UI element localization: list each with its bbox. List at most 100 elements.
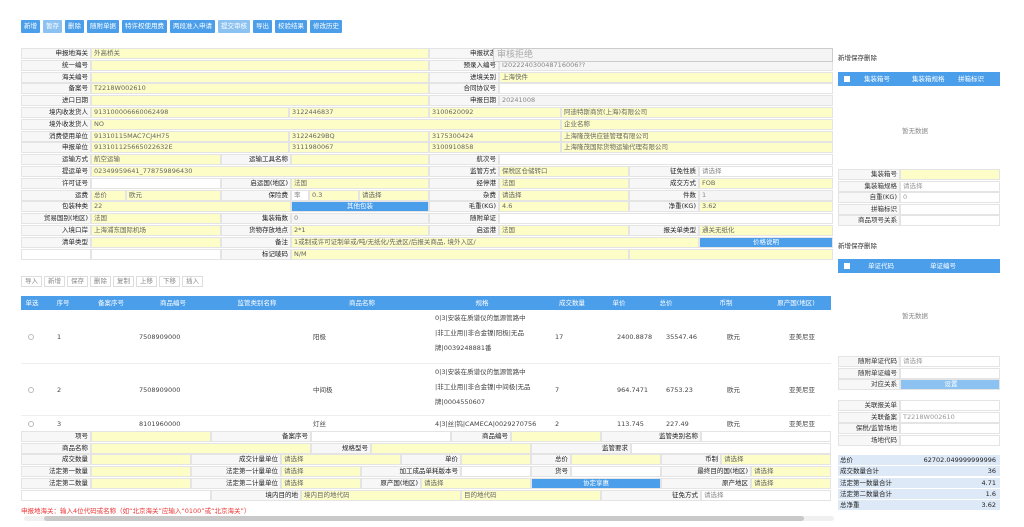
row-radio[interactable] xyxy=(28,387,34,393)
consignee-name[interactable]: 阿迪特斯商贸(上海)有限公司 xyxy=(561,107,833,118)
gross-weight[interactable]: 4.6 xyxy=(499,201,629,213)
declarant-code[interactable]: 913101125665022632E xyxy=(91,142,289,154)
misc-fee[interactable]: 请选择 xyxy=(499,189,629,201)
field-input[interactable] xyxy=(900,367,1000,379)
declaration-type[interactable]: 通关无纸化 xyxy=(699,225,833,236)
grid-toolbar-button[interactable]: 保存 xyxy=(67,276,88,287)
scrollbar-thumb[interactable] xyxy=(44,516,804,521)
grid-toolbar-button[interactable]: 导入 xyxy=(21,276,42,287)
tax-nature[interactable]: 请选择 xyxy=(699,166,833,177)
package-type[interactable]: 22 xyxy=(91,201,291,213)
item-code[interactable] xyxy=(571,466,661,478)
side-button[interactable]: 删除 xyxy=(864,54,877,62)
insurance-type[interactable]: 率 xyxy=(291,189,309,201)
side-button[interactable]: 新增 xyxy=(838,54,851,62)
currency[interactable]: 请选择 xyxy=(721,454,831,466)
mark-input[interactable]: N/M xyxy=(291,248,629,260)
table-row[interactable]: 1 7508909000 阳极 0|3|安装在质谱仪的氩源管路中 |非工业用||非合金镍… xyxy=(21,310,831,364)
side-button[interactable]: 保存 xyxy=(851,242,864,250)
field-input[interactable]: 请选择 xyxy=(900,356,1000,367)
transport-name[interactable] xyxy=(291,154,429,166)
side-button[interactable]: 删除 xyxy=(864,242,877,250)
license-input[interactable] xyxy=(91,177,221,189)
grid-toolbar-button[interactable]: 上移 xyxy=(136,276,157,287)
agreement-button[interactable]: 协定享惠 xyxy=(531,477,661,489)
voyage-input[interactable] xyxy=(499,154,833,166)
insurance-value[interactable]: 0.3 xyxy=(309,189,359,201)
customs-no-input[interactable] xyxy=(91,71,429,83)
goods-name[interactable] xyxy=(91,442,311,454)
transit-port[interactable]: 法国 xyxy=(499,177,629,189)
horizontal-scrollbar[interactable] xyxy=(24,516,834,521)
legal-unit2[interactable]: 请选择 xyxy=(281,477,361,489)
legal-qty2[interactable] xyxy=(91,477,191,489)
declarant-customs[interactable]: 3111980067 xyxy=(289,142,429,154)
unified-no-input[interactable] xyxy=(91,59,429,71)
consumer-code[interactable]: 91310115MAC7CJ4H75 xyxy=(91,130,289,142)
customs-input[interactable]: 外高桥关 xyxy=(91,48,429,59)
entry-port-input[interactable]: 上海快件 xyxy=(499,71,833,83)
transport-mode[interactable]: 航空运输 xyxy=(91,154,221,166)
grid-toolbar-button[interactable]: 删除 xyxy=(90,276,111,287)
status-dropdown[interactable]: 审核拒绝 xyxy=(493,48,833,62)
legal-unit1[interactable]: 请选择 xyxy=(281,466,361,478)
toolbar-button[interactable]: 随附单据 xyxy=(87,20,119,33)
table-row[interactable]: 2 7508909000 中间极 0|3|安装在质谱仪的氩源管路中 |非工业用||非合金… xyxy=(21,364,831,416)
row-radio[interactable] xyxy=(28,334,34,340)
field-input[interactable]: 请选择 xyxy=(900,180,1000,192)
contract-input[interactable] xyxy=(499,83,833,95)
price-note-button[interactable]: 价格说明 xyxy=(699,236,833,248)
declarant-name[interactable]: 上海隆茂国际货物运输代理有限公司 xyxy=(561,142,833,154)
list-type[interactable] xyxy=(91,236,221,248)
departure-port[interactable]: 法国 xyxy=(499,225,629,236)
consignee-ciq[interactable]: 3100620092 xyxy=(429,107,561,118)
insurance-currency[interactable]: 请选择 xyxy=(359,189,429,201)
supervision-mode[interactable]: 保税区仓储转口 xyxy=(499,166,629,177)
storage-place[interactable]: 2*1 xyxy=(291,225,429,236)
import-date-input[interactable] xyxy=(91,95,429,107)
unit-price[interactable] xyxy=(461,454,531,466)
toolbar-button[interactable]: 校验结果 xyxy=(275,20,307,33)
consignee-code[interactable]: 913100006660062498 xyxy=(91,107,289,118)
record-seq[interactable] xyxy=(311,431,451,442)
grid-toolbar-button[interactable]: 新增 xyxy=(44,276,65,287)
toolbar-button[interactable]: 修改历史 xyxy=(310,20,342,33)
entry-port[interactable]: 上海浦东国际机场 xyxy=(91,225,221,236)
grid-toolbar-button[interactable]: 复制 xyxy=(113,276,134,287)
other-package-button[interactable]: 其他包装 xyxy=(291,201,429,213)
legal-qty1[interactable] xyxy=(91,466,191,478)
attached-docs[interactable] xyxy=(499,213,833,225)
table-row[interactable]: 3 8101960000 灯丝 4|3|丝|钨|CAMECA|0029270756 2 1… xyxy=(21,416,831,432)
field-input[interactable]: 0 xyxy=(900,192,1000,203)
field-input[interactable] xyxy=(900,169,1000,180)
trade-country[interactable]: 法国 xyxy=(91,213,221,225)
dest-code[interactable]: 境内目的地代码 xyxy=(301,489,461,501)
row-radio[interactable] xyxy=(28,421,34,427)
dest-name[interactable]: 目的地代码 xyxy=(461,489,601,501)
field-input[interactable] xyxy=(900,203,1000,215)
toolbar-button[interactable]: 提交审核 xyxy=(218,20,250,33)
origin-country[interactable]: 请选择 xyxy=(421,477,531,489)
field-input[interactable] xyxy=(900,400,1000,411)
toolbar-button[interactable]: 删除 xyxy=(65,20,84,33)
freight-currency[interactable]: 欧元 xyxy=(126,189,221,201)
record-no-input[interactable]: T2218W002610 xyxy=(91,83,429,95)
declarant-ciq[interactable]: 3100910858 xyxy=(429,142,561,154)
consignee-customs[interactable]: 3122446837 xyxy=(289,107,429,118)
item-no[interactable] xyxy=(91,431,211,442)
select-all-checkbox[interactable] xyxy=(844,263,850,269)
toolbar-button[interactable]: 导出 xyxy=(253,20,272,33)
toolbar-button[interactable]: 特许权使用费 xyxy=(122,20,167,33)
consumer-customs[interactable]: 31224629BQ xyxy=(289,130,429,142)
field-input[interactable] xyxy=(900,215,1000,226)
supervision-name[interactable] xyxy=(701,431,831,442)
trade-terms[interactable]: FOB xyxy=(699,177,833,189)
toolbar-button[interactable]: 新增 xyxy=(21,20,40,33)
grid-toolbar-button[interactable]: 插入 xyxy=(182,276,203,287)
field-input[interactable]: 设置 xyxy=(900,379,1000,390)
supervision-req[interactable] xyxy=(631,442,831,454)
remark-input[interactable]: 1或制或许可证制单或/吨/无纸化/先进区/后报关商品, 境外入区/ xyxy=(291,236,699,248)
grid-toolbar-button[interactable]: 下移 xyxy=(159,276,180,287)
version-no[interactable] xyxy=(461,466,531,478)
overseas-name[interactable]: 企业名称 xyxy=(561,118,833,130)
